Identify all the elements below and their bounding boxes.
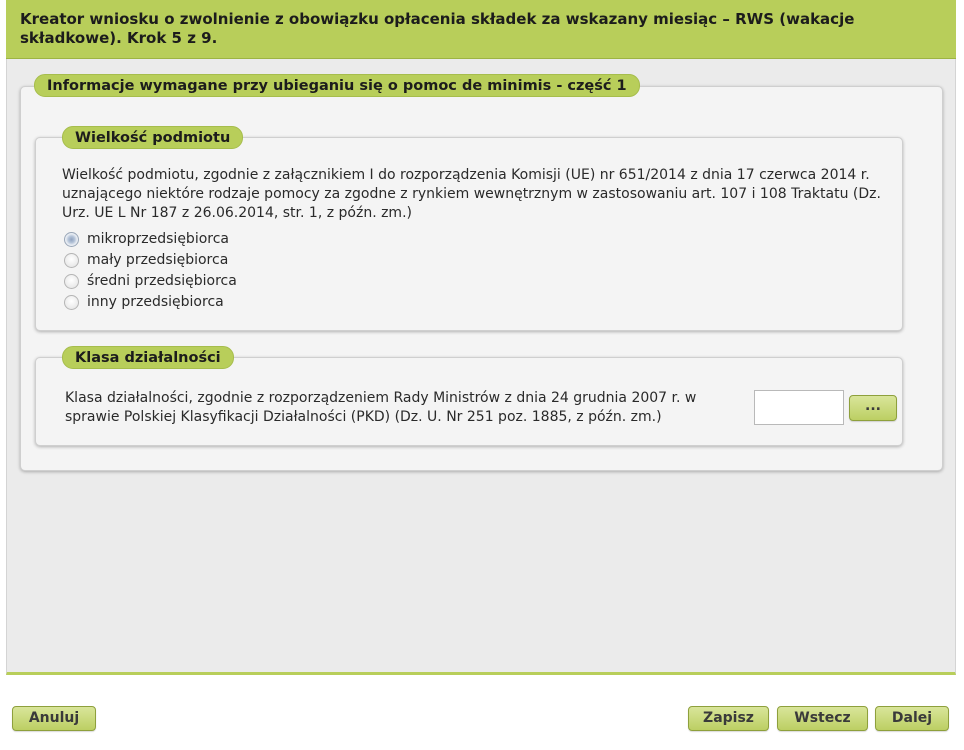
next-button[interactable]: Dalej (875, 706, 949, 731)
back-button[interactable]: Wstecz (777, 706, 868, 731)
radio-label[interactable]: średni przedsiębiorca (87, 271, 237, 292)
radio-option-other[interactable]: inny przedsiębiorca (64, 292, 237, 313)
content-area: Informacje wymagane przy ubieganiu się o… (6, 59, 956, 675)
wizard-title: Kreator wniosku o zwolnienie z obowiązku… (20, 10, 855, 47)
entity-size-radio-group: mikroprzedsiębiorca mały przedsiębiorca … (64, 229, 237, 313)
activity-class-title: Klasa działalności (62, 346, 234, 369)
wizard-header: Kreator wniosku o zwolnienie z obowiązku… (6, 0, 956, 59)
cancel-button[interactable]: Anuluj (12, 706, 96, 731)
radio-label[interactable]: mikroprzedsiębiorca (87, 229, 229, 250)
pkd-code-input[interactable] (754, 390, 844, 425)
radio-option-medium[interactable]: średni przedsiębiorca (64, 271, 237, 292)
radio-option-small[interactable]: mały przedsiębiorca (64, 250, 237, 271)
radio-button[interactable] (64, 253, 79, 268)
radio-button[interactable] (64, 295, 79, 310)
radio-option-micro[interactable]: mikroprzedsiębiorca (64, 229, 237, 250)
save-button[interactable]: Zapisz (688, 706, 769, 731)
activity-class-description: Klasa działalności, zgodnie z rozporządz… (65, 390, 697, 425)
pkd-browse-button[interactable]: ... (849, 395, 897, 421)
radio-label[interactable]: inny przedsiębiorca (87, 292, 224, 313)
radio-button[interactable] (64, 274, 79, 289)
radio-label[interactable]: mały przedsiębiorca (87, 250, 228, 271)
entity-size-description: Wielkość podmiotu, zgodnie z załącznikie… (62, 167, 881, 221)
radio-button[interactable] (64, 232, 79, 247)
de-minimis-section-title: Informacje wymagane przy ubieganiu się o… (34, 74, 640, 97)
entity-size-title: Wielkość podmiotu (62, 126, 244, 149)
